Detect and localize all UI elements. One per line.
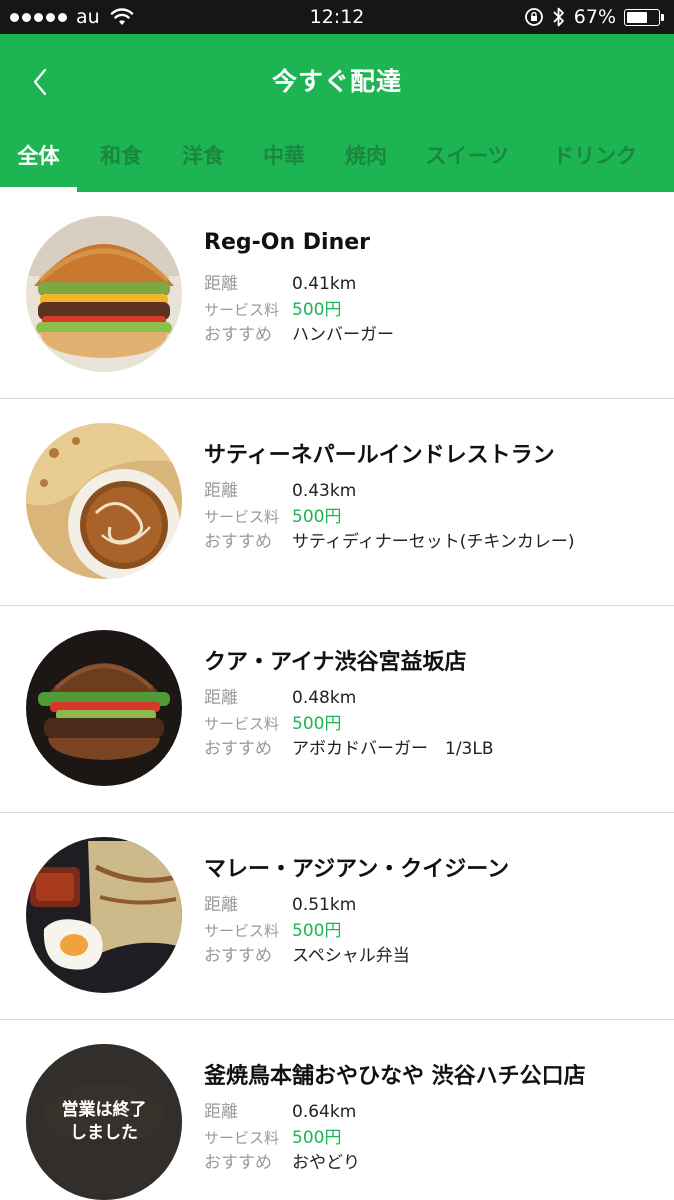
restaurant-thumbnail bbox=[26, 423, 182, 579]
recommend-label: おすすめ bbox=[204, 325, 272, 345]
tab-washoku[interactable]: 和食 bbox=[82, 130, 160, 192]
distance-row: 距離 0.64km bbox=[204, 1097, 356, 1122]
orientation-lock-icon bbox=[524, 8, 543, 26]
closed-overlay: 営業は終了しました bbox=[26, 1044, 182, 1200]
distance-label: 距離 bbox=[204, 481, 238, 501]
fee-label: サービス料 bbox=[204, 508, 280, 526]
recommend-label: おすすめ bbox=[204, 532, 272, 552]
recommend-value: ハンバーガー bbox=[292, 325, 394, 345]
tab-sweets[interactable]: スイーツ bbox=[412, 130, 522, 192]
bento-image bbox=[26, 837, 182, 993]
status-bar: au 12:12 67% bbox=[0, 0, 674, 34]
distance-row: 距離 0.48km bbox=[204, 683, 356, 708]
fee-row: サービス料 500円 bbox=[204, 709, 341, 734]
fee-value: 500円 bbox=[292, 714, 342, 734]
distance-value: 0.51km bbox=[292, 895, 357, 915]
fee-value: 500円 bbox=[292, 921, 342, 941]
restaurant-name: クア・アイナ渋谷宮益坂店 bbox=[204, 650, 467, 675]
recommend-row: おすすめ おやどり bbox=[204, 1148, 360, 1173]
burger-image bbox=[26, 630, 182, 786]
recommend-value: スペシャル弁当 bbox=[292, 946, 410, 966]
recommend-row: おすすめ サティディナーセット(チキンカレー) bbox=[204, 527, 575, 552]
category-tabs: 全体 和食 洋食 中華 焼肉 スイーツ ドリンク bbox=[0, 130, 674, 192]
burger-image bbox=[26, 216, 182, 372]
fee-value: 500円 bbox=[292, 1128, 342, 1148]
tab-yoshoku[interactable]: 洋食 bbox=[164, 130, 242, 192]
tab-yakiniku[interactable]: 焼肉 bbox=[327, 130, 405, 192]
fee-label: サービス料 bbox=[204, 715, 280, 733]
bluetooth-icon bbox=[553, 7, 564, 27]
tab-all[interactable]: 全体 bbox=[0, 130, 77, 192]
battery-percent: 67% bbox=[573, 6, 616, 28]
recommend-value: サティディナーセット(チキンカレー) bbox=[292, 532, 575, 552]
page-title: 今すぐ配達 bbox=[271, 67, 402, 96]
status-right: 67% bbox=[524, 0, 664, 34]
distance-row: 距離 0.43km bbox=[204, 476, 356, 501]
distance-value: 0.43km bbox=[292, 481, 357, 501]
recommend-label: おすすめ bbox=[204, 946, 272, 966]
restaurant-thumbnail bbox=[26, 630, 182, 786]
fee-value: 500円 bbox=[292, 507, 342, 527]
recommend-value: おやどり bbox=[292, 1153, 360, 1173]
restaurant-name: サティーネパールインドレストラン bbox=[204, 443, 555, 468]
restaurant-name: Reg-On Diner bbox=[204, 230, 370, 255]
fee-row: サービス料 500円 bbox=[204, 502, 341, 527]
tab-drink[interactable]: ドリンク bbox=[540, 130, 650, 192]
battery-icon bbox=[624, 8, 664, 26]
distance-value: 0.64km bbox=[292, 1102, 357, 1122]
recommend-row: おすすめ スペシャル弁当 bbox=[204, 941, 410, 966]
recommend-row: おすすめ ハンバーガー bbox=[204, 320, 394, 345]
restaurant-name: マレー・アジアン・クイジーン bbox=[204, 857, 510, 882]
restaurant-item[interactable]: サティーネパールインドレストラン 距離 0.43km サービス料 500円 おすすめ… bbox=[0, 399, 674, 606]
fee-row: サービス料 500円 bbox=[204, 1123, 341, 1148]
restaurant-item[interactable]: クア・アイナ渋谷宮益坂店 距離 0.48km サービス料 500円 おすすめ アボカド… bbox=[0, 606, 674, 813]
distance-label: 距離 bbox=[204, 274, 238, 294]
nav-header: 今すぐ配達 全体 和食 洋食 中華 焼肉 スイーツ ドリンク bbox=[0, 34, 674, 192]
recommend-label: おすすめ bbox=[204, 739, 272, 759]
recommend-label: おすすめ bbox=[204, 1153, 272, 1173]
distance-value: 0.41km bbox=[292, 274, 357, 294]
distance-row: 距離 0.51km bbox=[204, 890, 356, 915]
fee-label: サービス料 bbox=[204, 301, 280, 319]
restaurant-list: Reg-On Diner 距離 0.41km サービス料 500円 おすすめ ハンバー… bbox=[0, 192, 674, 1200]
distance-label: 距離 bbox=[204, 895, 238, 915]
restaurant-item[interactable]: マレー・アジアン・クイジーン 距離 0.51km サービス料 500円 おすすめ スペ… bbox=[0, 813, 674, 1020]
fee-row: サービス料 500円 bbox=[204, 295, 341, 320]
fee-row: サービス料 500円 bbox=[204, 916, 341, 941]
restaurant-thumbnail bbox=[26, 216, 182, 372]
distance-row: 距離 0.41km bbox=[204, 269, 356, 294]
restaurant-name: 釜焼鳥本舗おやひなや 渋谷ハチ公口店 bbox=[204, 1064, 586, 1089]
restaurant-item[interactable]: 営業は終了しました 釜焼鳥本舗おやひなや 渋谷ハチ公口店 距離 0.64km サー… bbox=[0, 1020, 674, 1200]
distance-label: 距離 bbox=[204, 688, 238, 708]
restaurant-thumbnail bbox=[26, 837, 182, 993]
distance-label: 距離 bbox=[204, 1102, 238, 1122]
restaurant-thumbnail: 営業は終了しました bbox=[26, 1044, 182, 1200]
restaurant-item[interactable]: Reg-On Diner 距離 0.41km サービス料 500円 おすすめ ハンバー… bbox=[0, 192, 674, 399]
curry-image bbox=[26, 423, 182, 579]
fee-value: 500円 bbox=[292, 300, 342, 320]
fee-label: サービス料 bbox=[204, 922, 280, 940]
fee-label: サービス料 bbox=[204, 1129, 280, 1147]
recommend-value: アボカドバーガー 1/3LB bbox=[292, 739, 494, 759]
recommend-row: おすすめ アボカドバーガー 1/3LB bbox=[204, 734, 494, 759]
tab-chuka[interactable]: 中華 bbox=[245, 130, 323, 192]
distance-value: 0.48km bbox=[292, 688, 357, 708]
